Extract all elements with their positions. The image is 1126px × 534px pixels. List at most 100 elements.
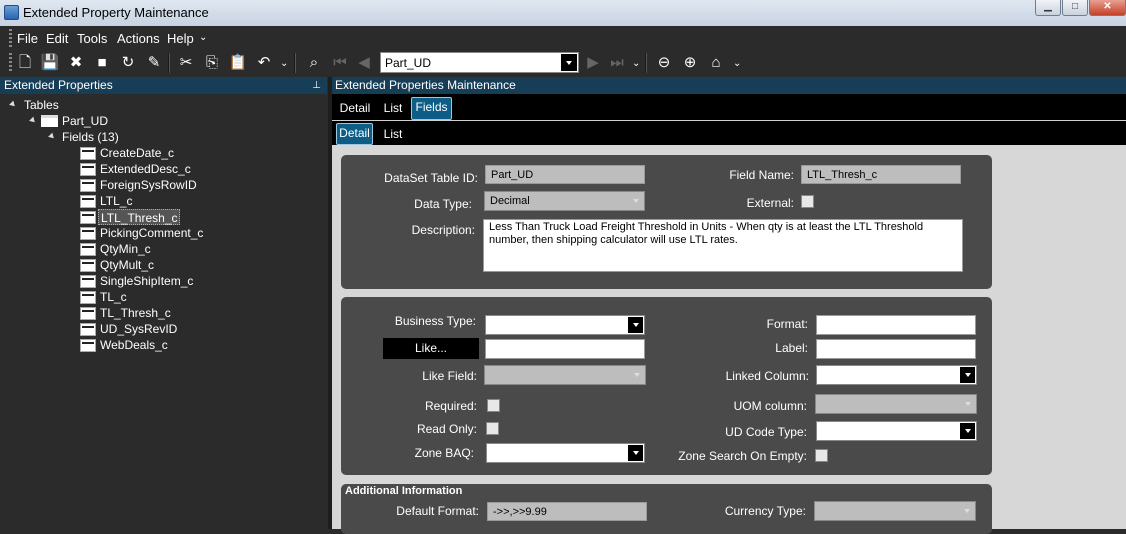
menu-grip[interactable] [9, 29, 12, 47]
tree-node-field[interactable]: TL_Thresh_c [100, 305, 171, 321]
field-icon [80, 275, 96, 288]
uom-column-combo[interactable] [815, 394, 977, 414]
toolbar-separator [294, 53, 296, 73]
tree-node-field[interactable]: QtyMult_c [100, 257, 154, 273]
zone-search-checkbox[interactable] [815, 449, 828, 462]
cut-icon[interactable]: ✂ [176, 53, 196, 73]
required-checkbox[interactable] [487, 399, 500, 412]
title-bar: Extended Property Maintenance ▁ □ ✕ [0, 0, 1126, 26]
brush-icon[interactable]: ✎ [144, 53, 164, 73]
paste-icon[interactable]: 📋 [228, 53, 248, 73]
previous-record-icon[interactable]: ◀ [354, 53, 374, 73]
tree-node-table[interactable]: Part_UD [62, 113, 108, 129]
external-checkbox[interactable] [801, 195, 814, 208]
copy-icon[interactable]: ⎘ [202, 53, 222, 73]
description-textarea[interactable]: Less Than Truck Load Freight Threshold i… [483, 219, 963, 272]
business-type-combo[interactable] [485, 315, 645, 335]
label-input[interactable] [816, 339, 976, 359]
tree-node-field[interactable]: SingleShipItem_c [100, 273, 193, 289]
back-icon[interactable]: ⊖ [654, 53, 674, 73]
refresh-icon[interactable]: ↻ [118, 53, 138, 73]
chevron-down-icon[interactable] [628, 445, 643, 461]
like-field-combo[interactable] [484, 365, 646, 385]
toolbar-grip[interactable] [9, 53, 12, 73]
home-icon[interactable]: ⌂ [706, 53, 726, 73]
data-type-label: Data Type: [414, 197, 472, 211]
menu-actions[interactable]: Actions [117, 31, 160, 46]
tree-node-tables[interactable]: Tables [24, 97, 59, 113]
undo-icon[interactable]: ↶ [254, 53, 274, 73]
chevron-down-icon[interactable] [960, 396, 975, 412]
like-field-label: Like Field: [422, 369, 477, 383]
save-icon[interactable]: 💾 [40, 53, 60, 73]
default-format-field[interactable]: ->>,>>9.99 [487, 502, 647, 521]
chevron-down-icon[interactable] [960, 367, 975, 383]
last-record-icon[interactable]: ⏭ [607, 53, 627, 73]
minimize-button[interactable]: ▁ [1035, 0, 1061, 16]
close-button[interactable]: ✕ [1089, 0, 1126, 16]
menu-file[interactable]: File [17, 31, 38, 46]
currency-type-label: Currency Type: [724, 504, 806, 518]
field-name-field[interactable]: LTL_Thresh_c [801, 165, 961, 184]
maximize-button[interactable]: □ [1062, 0, 1088, 16]
chevron-down-icon[interactable] [628, 193, 643, 209]
tab-fields[interactable]: Fields [411, 97, 452, 120]
format-input[interactable] [816, 315, 976, 335]
subtab-detail[interactable]: Detail [336, 123, 373, 145]
pin-icon[interactable]: ⊥ [312, 77, 321, 94]
like-input[interactable] [485, 339, 645, 359]
tree-node-field[interactable]: ForeignSysRowID [100, 177, 197, 193]
tree-node-field[interactable]: LTL_c [100, 193, 132, 209]
menu-help[interactable]: Help [167, 31, 194, 46]
menu-edit[interactable]: Edit [46, 31, 68, 46]
chevron-down-icon[interactable] [959, 503, 974, 519]
chevron-down-icon[interactable] [561, 54, 577, 71]
toolbar-separator [168, 53, 170, 73]
tree-node-field[interactable]: WebDeals_c [100, 337, 168, 353]
first-record-icon[interactable]: ⏮ [330, 53, 350, 73]
tree-node-field[interactable]: UD_SysRevID [100, 321, 177, 337]
expand-icon[interactable] [9, 100, 17, 109]
currency-type-combo[interactable] [814, 501, 976, 521]
dataset-table-id-field[interactable]: Part_UD [485, 165, 645, 184]
tree-node-field[interactable]: PickingComment_c [100, 225, 203, 241]
tree-node-field[interactable]: ExtendedDesc_c [100, 161, 191, 177]
ud-code-type-combo[interactable] [816, 421, 977, 441]
tree-node-field[interactable]: CreateDate_c [100, 145, 174, 161]
subtab-list[interactable]: List [378, 124, 408, 145]
zone-baq-combo[interactable] [486, 443, 645, 463]
tree-node-field[interactable]: QtyMin_c [100, 241, 151, 257]
expand-icon[interactable] [48, 132, 56, 141]
toolbar-overflow-icon[interactable]: ⌄ [733, 58, 741, 69]
toolbar-overflow-icon[interactable]: ⌄ [280, 58, 288, 69]
chevron-down-icon[interactable] [628, 317, 643, 333]
read-only-checkbox[interactable] [486, 422, 499, 435]
clear-icon[interactable]: ■ [92, 53, 112, 73]
field-icon [80, 195, 96, 208]
field-name-label: Field Name: [729, 168, 794, 182]
expand-icon[interactable] [29, 116, 37, 125]
tree-node-fields[interactable]: Fields (13) [62, 129, 119, 145]
chevron-down-icon[interactable] [960, 423, 975, 439]
tree-node-field[interactable]: TL_c [100, 289, 127, 305]
tab-list[interactable]: List [378, 98, 408, 119]
field-icon [80, 179, 96, 192]
delete-icon[interactable]: ✖ [66, 53, 86, 73]
like-button[interactable]: Like... [383, 338, 479, 359]
menu-tools[interactable]: Tools [77, 31, 107, 46]
tab-detail[interactable]: Detail [336, 98, 374, 119]
forward-icon[interactable]: ⊕ [680, 53, 700, 73]
menu-overflow-icon[interactable]: ⌄ [199, 32, 207, 43]
data-type-combo[interactable]: Decimal [484, 191, 645, 211]
record-navigation-combo[interactable]: Part_UD [380, 52, 579, 73]
chevron-down-icon[interactable] [629, 367, 644, 383]
new-icon[interactable]: 🗋 [15, 53, 35, 73]
linked-column-combo[interactable] [816, 365, 977, 385]
tree-node-field-selected[interactable]: LTL_Thresh_c [98, 209, 181, 225]
binoculars-icon[interactable]: ⌕ [304, 53, 324, 73]
next-record-icon[interactable]: ▶ [583, 53, 603, 73]
sub-tab-bar: Detail List [332, 121, 1126, 145]
field-icon [80, 259, 96, 272]
uom-column-label: UOM column: [733, 399, 807, 413]
toolbar-overflow-icon[interactable]: ⌄ [632, 58, 640, 69]
